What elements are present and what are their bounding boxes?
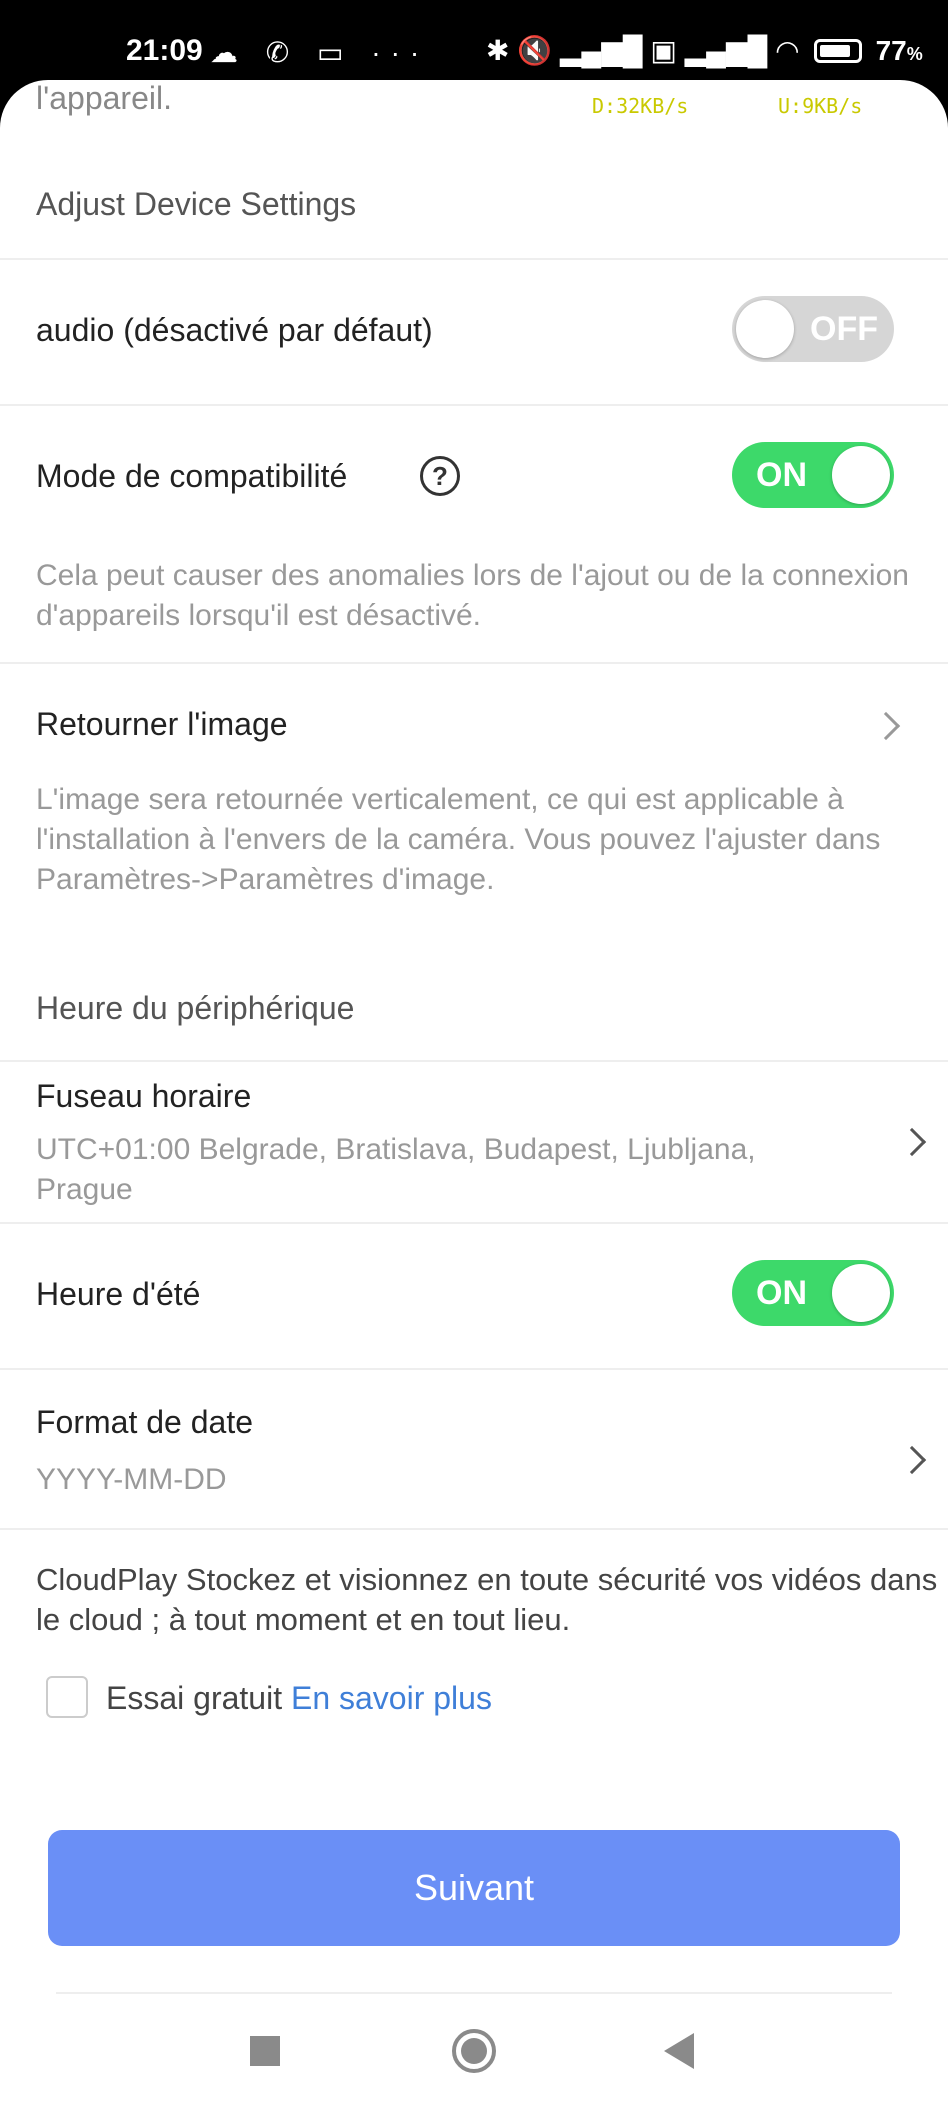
- back-icon[interactable]: [664, 2033, 694, 2069]
- download-speed: D:32KB/s: [592, 94, 689, 118]
- divider: [56, 1992, 892, 1994]
- battery-icon: [813, 38, 862, 63]
- notification-icons: ☁ ✆ ▭ ···: [210, 37, 430, 68]
- divider: [0, 258, 948, 260]
- divider: [0, 1060, 948, 1062]
- free-trial-line: Essai gratuit En savoir plus: [106, 1680, 492, 1717]
- timezone-value: UTC+01:00 Belgrade, Bratislava, Budapest…: [36, 1133, 756, 1206]
- audio-toggle[interactable]: OFF: [732, 296, 894, 362]
- battery-level: 77%: [875, 34, 923, 66]
- status-time: 21:09: [126, 34, 203, 67]
- dst-toggle[interactable]: ON: [732, 1260, 894, 1326]
- help-icon[interactable]: ?: [420, 456, 460, 496]
- compatibility-label: Mode de compatibilité: [36, 458, 348, 494]
- toggle-state: OFF: [810, 310, 878, 348]
- toggle-knob: [832, 1264, 890, 1322]
- recent-apps-icon[interactable]: [250, 2036, 280, 2066]
- free-trial-label: Essai gratuit: [106, 1680, 283, 1716]
- previous-text-fragment: l'appareil.: [36, 80, 172, 116]
- cloud-description: CloudPlay Stockez et visionnez en toute …: [36, 1562, 938, 1637]
- section-title-device-time: Heure du périphérique: [36, 990, 355, 1026]
- home-icon[interactable]: [452, 2029, 496, 2073]
- chevron-right-icon: [897, 1445, 927, 1475]
- dst-label: Heure d'été: [36, 1276, 201, 1312]
- date-format-label: Format de date: [36, 1404, 253, 1440]
- audio-label: audio (désactivé par défaut): [36, 312, 433, 348]
- chevron-right-icon: [871, 711, 901, 741]
- toggle-knob: [736, 300, 794, 358]
- divider: [0, 1368, 948, 1370]
- compatibility-description: Cela peut causer des anomalies lors de l…: [36, 559, 909, 632]
- flip-image-description: L'image sera retournée verticalement, ce…: [36, 783, 881, 896]
- flip-image-label: Retourner l'image: [36, 706, 288, 742]
- timezone-label: Fuseau horaire: [36, 1078, 252, 1114]
- toggle-state: ON: [756, 456, 807, 494]
- learn-more-link[interactable]: En savoir plus: [291, 1680, 492, 1716]
- divider: [0, 404, 948, 406]
- system-icons: ✱ 🔇 ▂▄▆█ ▣ ▂▄▆█ ◠ 77%: [486, 34, 923, 67]
- divider: [0, 1222, 948, 1224]
- upload-speed: U:9KB/s: [778, 94, 863, 118]
- toggle-state: ON: [756, 1274, 807, 1312]
- compatibility-toggle[interactable]: ON: [732, 442, 894, 508]
- toggle-knob: [832, 446, 890, 504]
- free-trial-checkbox[interactable]: [46, 1676, 88, 1718]
- section-title-adjust: Adjust Device Settings: [36, 186, 357, 222]
- settings-sheet: l'appareil. D:32KB/s U:9KB/s Adjust Devi…: [0, 80, 948, 2108]
- chevron-right-icon: [897, 1127, 927, 1157]
- system-status-icons: ✱ 🔇 ▂▄▆█ ▣ ▂▄▆█ ◠: [486, 35, 800, 66]
- date-format-value: YYYY-MM-DD: [36, 1463, 227, 1496]
- divider: [0, 1528, 948, 1530]
- divider: [0, 662, 948, 664]
- next-button[interactable]: Suivant: [48, 1830, 900, 1946]
